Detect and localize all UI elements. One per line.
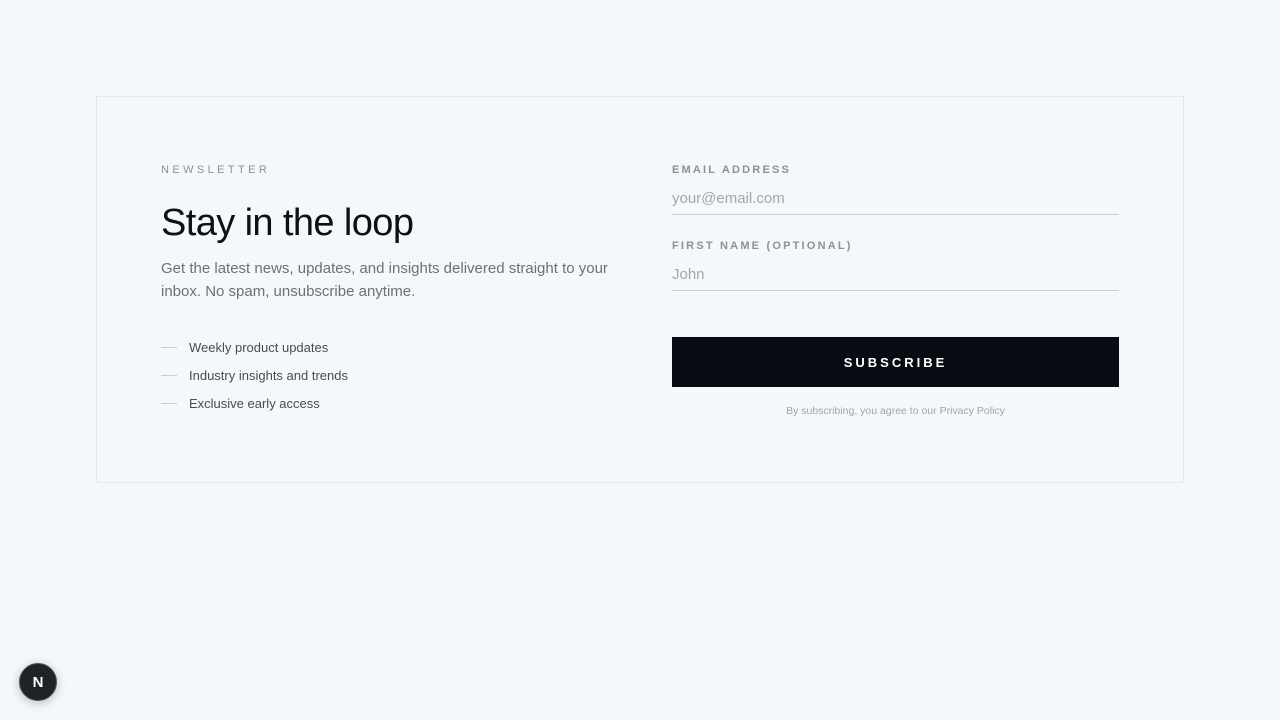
dev-badge-letter: N	[32, 673, 44, 691]
section-eyebrow: NEWSLETTER	[161, 164, 271, 176]
subscribe-button[interactable]: SUBSCRIBE	[672, 337, 1119, 387]
feature-text: Weekly product updates	[189, 339, 329, 355]
dash-icon	[161, 402, 177, 404]
list-item: Exclusive early access	[161, 389, 348, 417]
feature-text: Industry insights and trends	[189, 367, 348, 383]
email-field[interactable]	[672, 183, 1119, 215]
privacy-policy-link[interactable]: Privacy Policy	[940, 405, 1005, 417]
list-item: Industry insights and trends	[161, 361, 348, 389]
feature-list: Weekly product updates Industry insights…	[161, 333, 348, 417]
dash-icon	[161, 374, 177, 376]
email-label: EMAIL ADDRESS	[672, 164, 792, 176]
newsletter-card: NEWSLETTER Stay in the loop Get the late…	[96, 96, 1184, 483]
first-name-label: FIRST NAME (OPTIONAL)	[672, 240, 853, 252]
page-title: Stay in the loop	[161, 202, 414, 244]
feature-text: Exclusive early access	[189, 395, 320, 411]
legal-notice: By subscribing, you agree to our Privacy…	[672, 405, 1119, 417]
list-item: Weekly product updates	[161, 333, 348, 361]
dash-icon	[161, 346, 177, 348]
legal-text: By subscribing, you agree to our	[786, 405, 940, 417]
first-name-field[interactable]	[672, 259, 1119, 291]
newsletter-description: Get the latest news, updates, and insigh…	[161, 260, 608, 300]
nextjs-logo-icon[interactable]: N	[19, 663, 57, 701]
